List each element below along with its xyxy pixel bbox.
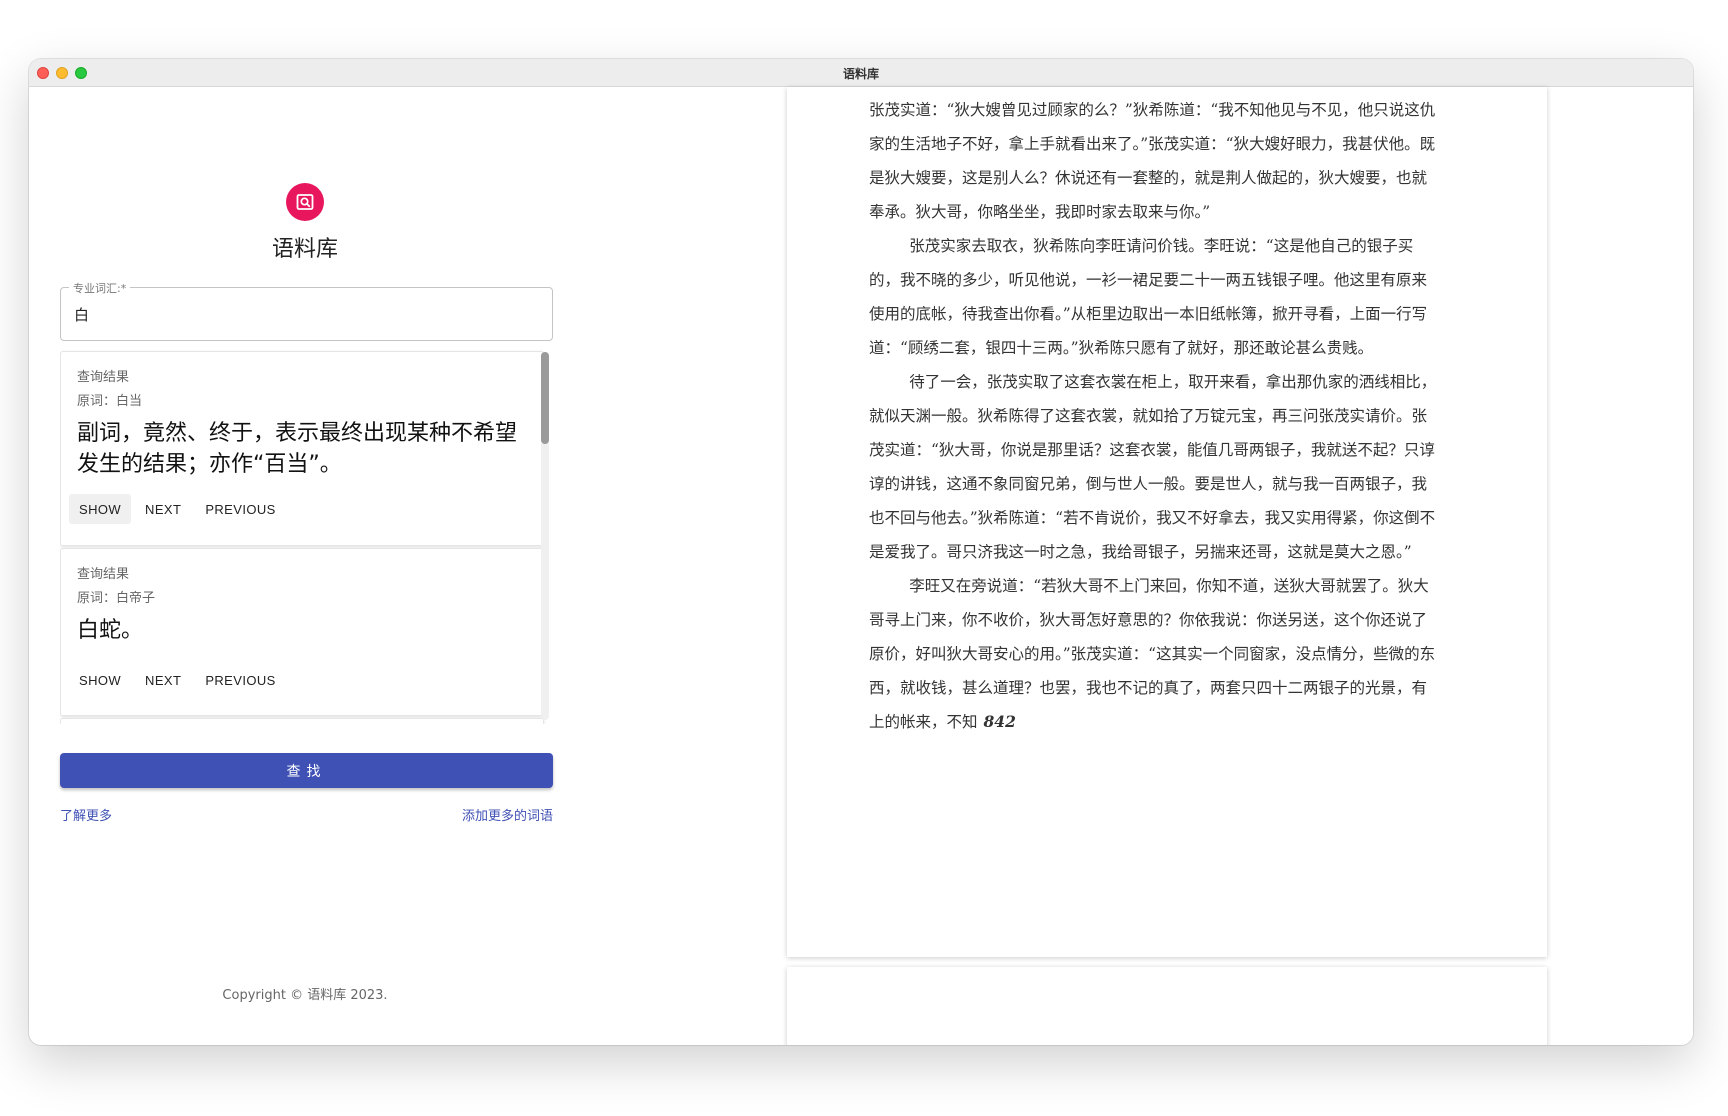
previous-button[interactable]: PREVIOUS [195, 665, 285, 695]
paragraph: 张茂实道：“狄大嫂曾见过顾家的么？”狄希陈道：“我不知他见与不见，他只说这仇家的… [869, 101, 1436, 221]
next-button[interactable]: NEXT [135, 494, 191, 524]
previous-button[interactable]: PREVIOUS [195, 494, 285, 524]
add-more-words-link[interactable]: 添加更多的词语 [462, 805, 553, 824]
result-definition: 白蛇。 [77, 618, 144, 643]
result-caption: 查询结果 [77, 567, 130, 582]
page-number: 842 [983, 712, 1016, 731]
result-definition: 副词，竟然、终于，表示最终出现某种不希望发生的结果；亦作“百当”。 [77, 421, 518, 477]
results-scrollbar-thumb[interactable] [541, 352, 549, 444]
result-original-term: 原词：白当 [77, 394, 143, 409]
learn-more-link[interactable]: 了解更多 [60, 805, 112, 824]
result-card: 查询结果 原词：白帝子 白蛇。 SHOW NEXT PREVIOUS [60, 548, 544, 716]
term-field-label: 专业词汇:* [69, 280, 131, 296]
title-bar: 语料库 [29, 59, 1693, 87]
result-card [60, 718, 544, 724]
result-original-term: 原词：白帝子 [77, 591, 156, 606]
paragraph: 待了一会，张茂实取了这套衣裳在柜上，取开来看，拿出那仇家的洒线相比，就似天渊一般… [869, 373, 1437, 561]
paragraph: 李旺又在旁说道：“若狄大哥不上门来回，你知不道，送狄大哥就罢了。狄大哥寻上门来，… [869, 569, 1441, 739]
term-field: 专业词汇:* [60, 280, 553, 341]
app-window: 语料库 语料库 专业词汇:* 查询结果 原词：白当 副词，竟然、终于，表示最终出… [29, 59, 1693, 1045]
document-page: 张茂实道：“狄大嫂曾见过顾家的么？”狄希陈道：“我不知他见与不见，他只说这仇家的… [787, 87, 1547, 957]
result-caption: 查询结果 [77, 370, 130, 385]
result-actions: SHOW NEXT PREVIOUS [69, 494, 286, 526]
corpus-panel: 语料库 专业词汇:* 查询结果 原词：白当 副词，竟然、终于，表示最终出现某种不… [29, 87, 729, 1045]
search-button[interactable]: 查找 [60, 753, 553, 788]
term-input[interactable] [74, 303, 534, 325]
show-button[interactable]: SHOW [69, 494, 132, 524]
paragraph: 张茂实家去取衣，狄希陈向李旺请问价钱。李旺说：“这是他自己的银子买的，我不晓的多… [869, 237, 1428, 357]
result-card: 查询结果 原词：白当 副词，竟然、终于，表示最终出现某种不希望发生的结果；亦作“… [60, 351, 544, 546]
search-image-icon [286, 183, 324, 221]
next-button[interactable]: NEXT [135, 665, 191, 695]
app-title: 语料库 [271, 237, 338, 262]
window-title: 语料库 [842, 67, 879, 81]
page-text: 张茂实道：“狄大嫂曾见过顾家的么？”狄希陈道：“我不知他见与不见，他只说这仇家的… [869, 93, 1441, 739]
show-button[interactable]: SHOW [69, 665, 131, 695]
next-document-page [787, 967, 1547, 1045]
paragraph-text: 李旺又在旁说道：“若狄大哥不上门来回，你知不道，送狄大哥就罢了。狄大哥寻上门来，… [869, 577, 1436, 731]
results-scrollbar[interactable] [541, 352, 549, 720]
results-list: 查询结果 原词：白当 副词，竟然、终于，表示最终出现某种不希望发生的结果；亦作“… [60, 349, 553, 724]
result-actions: SHOW NEXT PREVIOUS [69, 665, 286, 697]
copyright: Copyright © 语料库 2023. [222, 988, 388, 1003]
document-viewer[interactable]: 张茂实道：“狄大嫂曾见过顾家的么？”狄希陈道：“我不知他见与不见，他只说这仇家的… [729, 87, 1693, 1045]
